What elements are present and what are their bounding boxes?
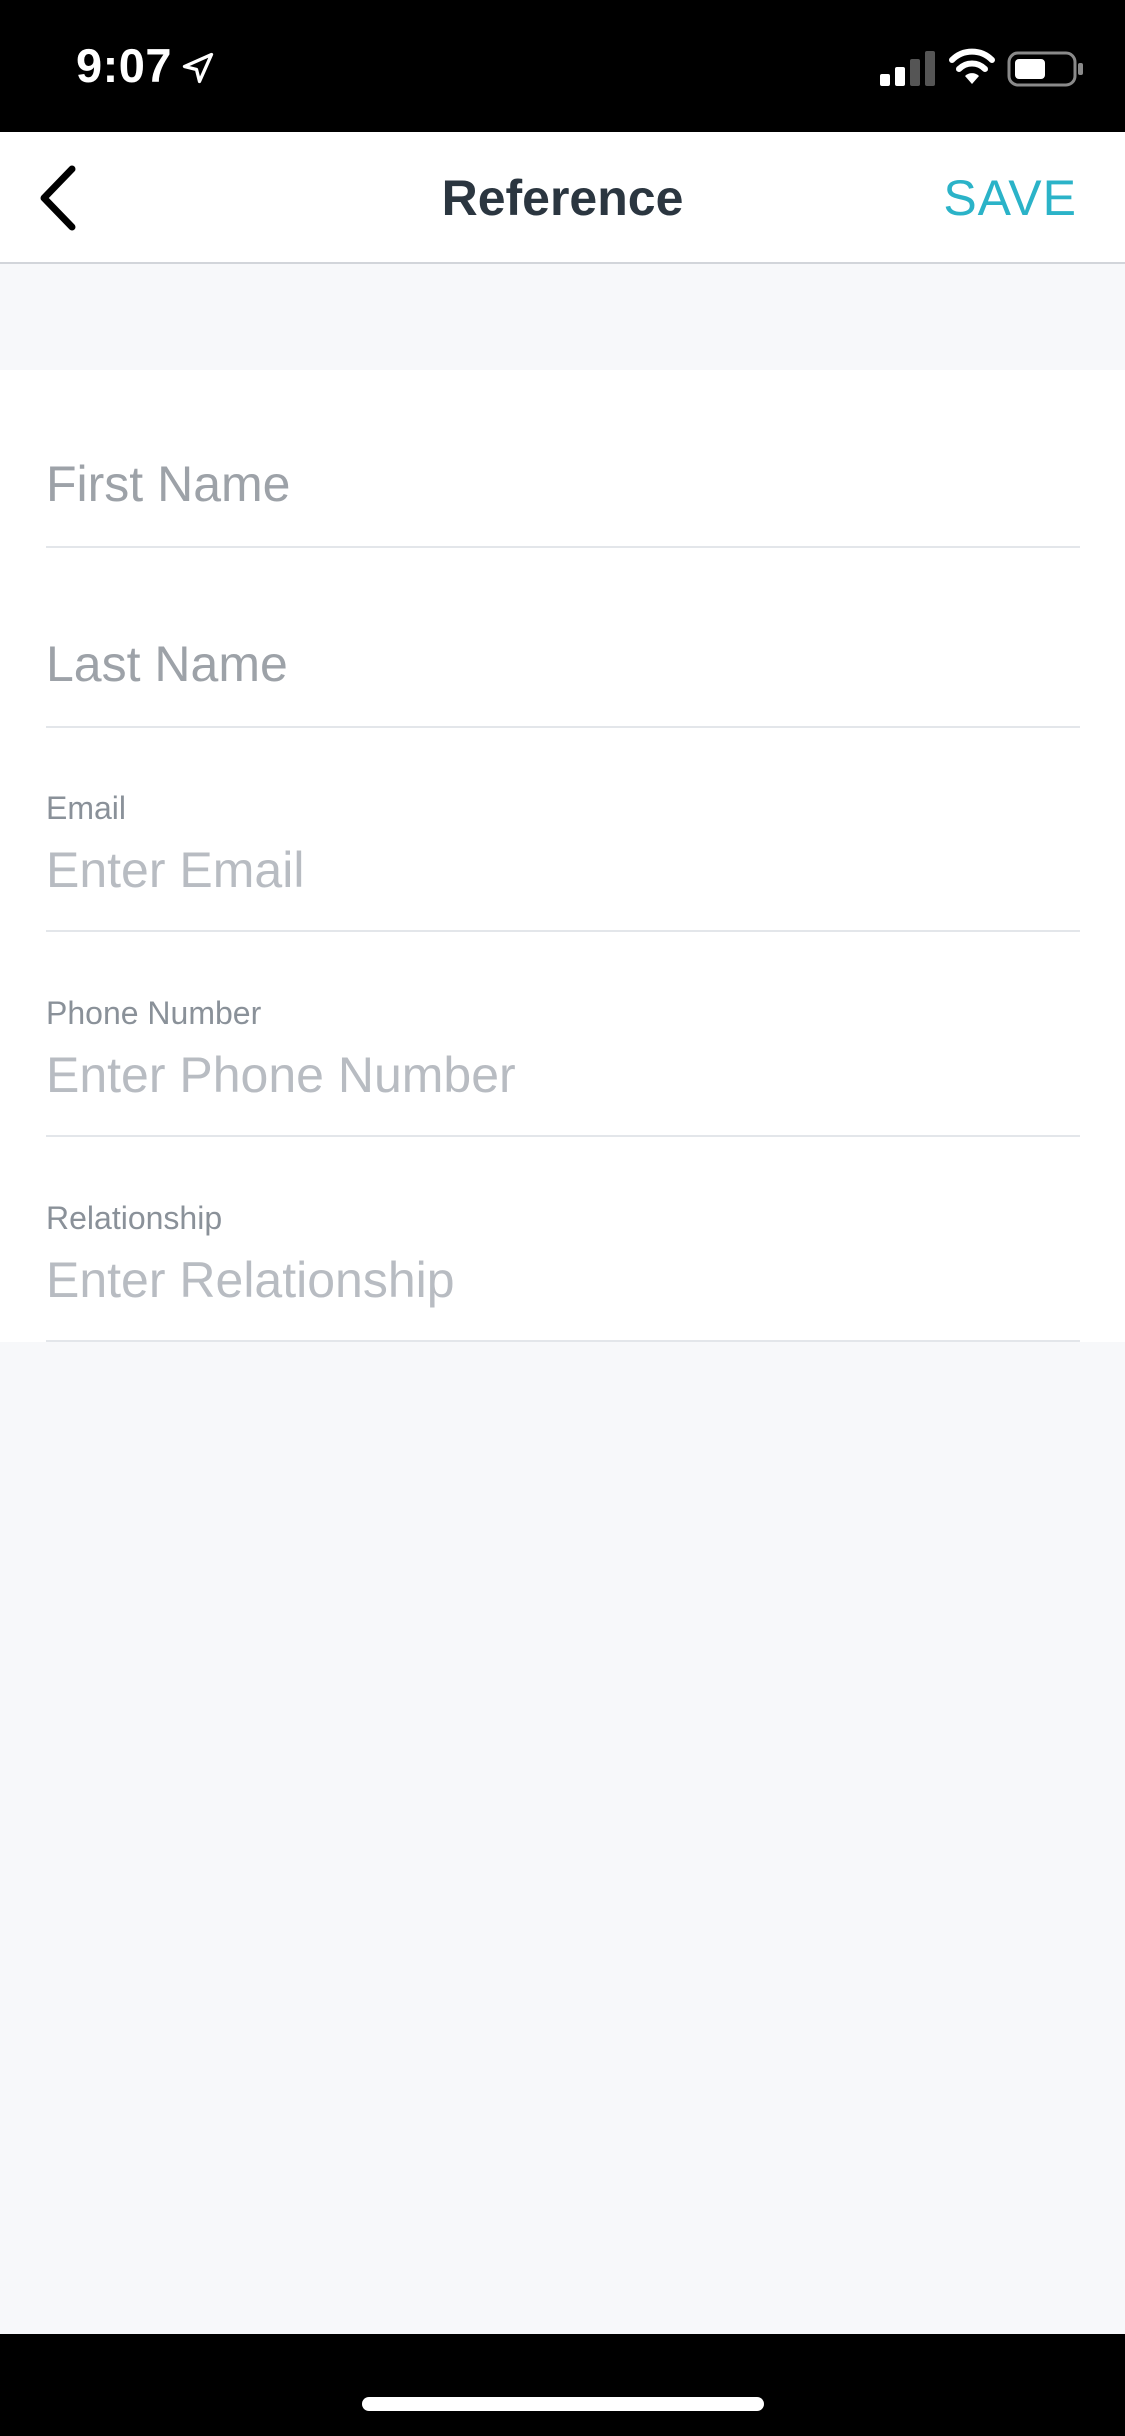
last-name-input[interactable] [46, 634, 1080, 694]
back-button[interactable] [18, 158, 98, 238]
battery-icon [1007, 51, 1083, 87]
status-time: 9:07 [76, 39, 173, 92]
relationship-label: Relationship [46, 1200, 223, 1236]
cellular-signal-icon [880, 51, 935, 86]
save-button[interactable]: SAVE [943, 132, 1077, 264]
location-arrow-icon [182, 52, 214, 84]
first-name-field [46, 424, 1080, 548]
first-name-input[interactable] [46, 454, 1080, 514]
phone-number-input[interactable] [46, 1045, 1080, 1105]
section-spacer [0, 264, 1125, 370]
email-field: Email [46, 790, 1080, 932]
status-bar: 9:07 [0, 0, 1125, 132]
home-indicator[interactable] [362, 2397, 764, 2411]
wifi-icon [949, 48, 995, 84]
home-indicator-area [0, 2334, 1125, 2436]
relationship-input[interactable] [46, 1250, 1080, 1310]
email-input[interactable] [46, 840, 1080, 900]
reference-form: Email Phone Number Relationship [0, 370, 1125, 1342]
last-name-field [46, 604, 1080, 728]
relationship-field: Relationship [46, 1200, 1080, 1342]
nav-bar: Reference SAVE [0, 132, 1125, 264]
phone-number-field: Phone Number [46, 995, 1080, 1137]
phone-number-label: Phone Number [46, 995, 262, 1031]
chevron-left-icon [40, 165, 76, 231]
email-label: Email [46, 790, 127, 826]
